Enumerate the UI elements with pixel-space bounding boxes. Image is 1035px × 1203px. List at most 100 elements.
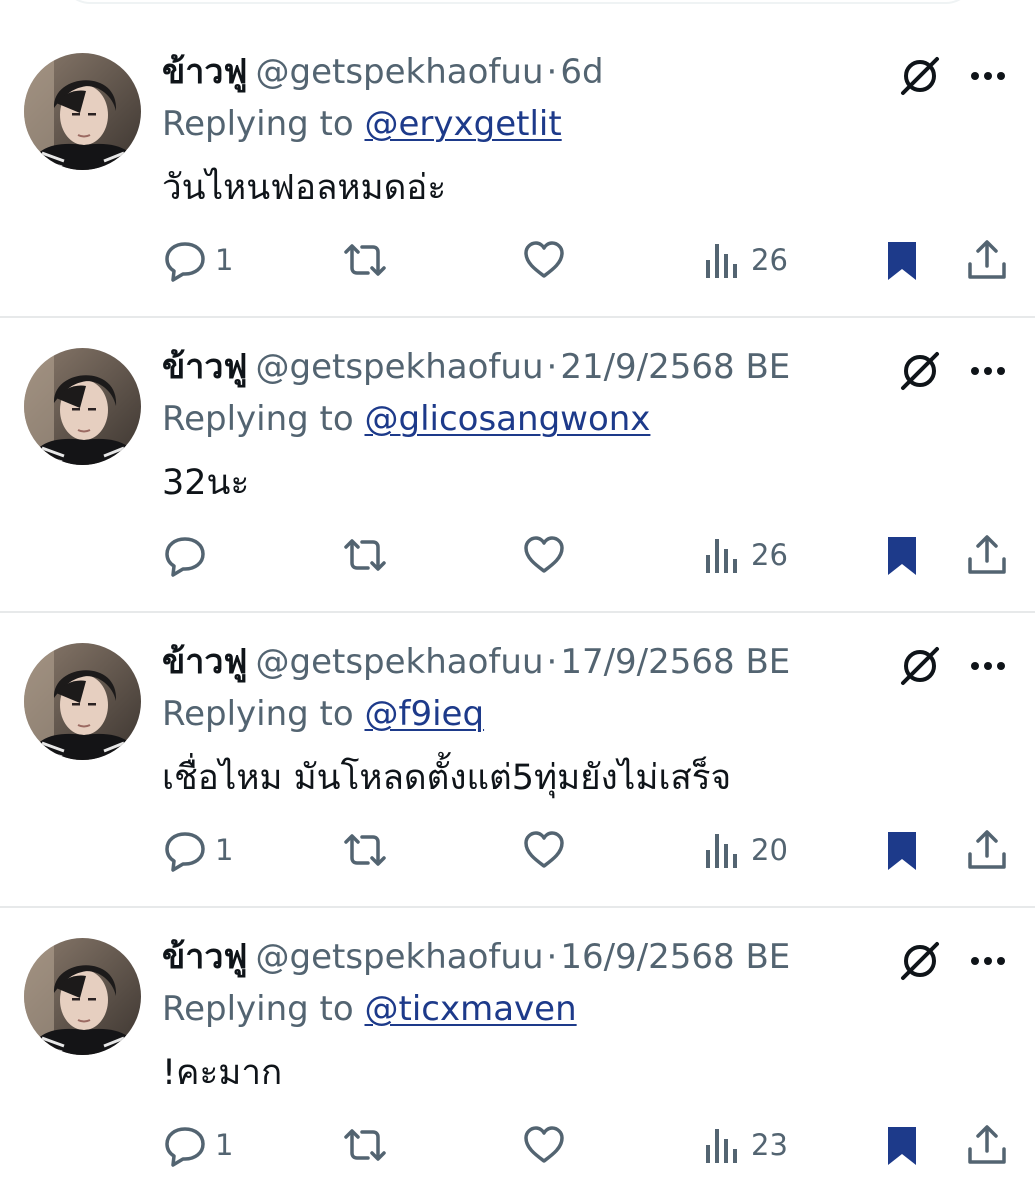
bookmark-filled-icon xyxy=(882,1123,922,1167)
share-upload-icon xyxy=(965,828,1009,872)
repost-button[interactable] xyxy=(340,235,390,285)
like-button[interactable] xyxy=(522,825,566,875)
timestamp[interactable]: 16/9/2568 BE xyxy=(560,937,790,977)
mention-link[interactable]: @f9ieq xyxy=(365,694,485,734)
tweet-card[interactable]: ข้าวฟู @getspekhaofuu·16/9/2568 BE Replyi… xyxy=(0,908,1035,1203)
bookmark-button[interactable] xyxy=(882,825,922,875)
avatar[interactable] xyxy=(24,643,141,760)
share-button[interactable] xyxy=(965,235,1009,285)
display-name[interactable]: ข้าวฟู xyxy=(162,642,248,682)
views-button[interactable]: 20 xyxy=(703,825,788,875)
replying-to-label: Replying to xyxy=(162,104,354,144)
bookmark-button[interactable] xyxy=(882,530,922,580)
repost-button[interactable] xyxy=(340,530,390,580)
like-button[interactable] xyxy=(522,235,566,285)
mention-link[interactable]: @ticxmaven xyxy=(365,989,577,1029)
tweet-text: !คะมาก xyxy=(162,1053,283,1093)
tweet-text: 32นะ xyxy=(162,463,250,503)
replying-to-label: Replying to xyxy=(162,694,354,734)
timestamp[interactable]: 21/9/2568 BE xyxy=(560,347,790,387)
reply-count: 1 xyxy=(215,833,234,867)
reply-count: 1 xyxy=(215,1128,234,1162)
tweet-card[interactable]: ข้าวฟู @getspekhaofuu·21/9/2568 BE Replyi… xyxy=(0,318,1035,613)
share-upload-icon xyxy=(965,238,1009,282)
replying-to-label: Replying to xyxy=(162,399,354,439)
heart-icon xyxy=(522,1123,566,1167)
reply-button[interactable]: 1 xyxy=(163,825,233,875)
action-bar: 26 xyxy=(0,530,1035,580)
mention-link[interactable]: @glicosangwonx xyxy=(365,399,651,439)
reply-button[interactable] xyxy=(163,530,215,580)
replying-to-line: Replying to @glicosangwonx xyxy=(162,395,650,443)
tweet-header: ข้าวฟู @getspekhaofuu·21/9/2568 BE xyxy=(162,341,790,393)
bookmark-button[interactable] xyxy=(882,235,922,285)
user-handle[interactable]: @getspekhaofuu xyxy=(256,642,544,682)
more-options-icon[interactable] xyxy=(963,641,1013,691)
avatar[interactable] xyxy=(24,348,141,465)
views-button[interactable]: 23 xyxy=(703,1120,788,1170)
view-count: 26 xyxy=(751,243,788,277)
grok-slash-circle-icon[interactable] xyxy=(895,51,945,101)
mention-link[interactable]: @eryxgetlit xyxy=(365,104,562,144)
action-bar: 1 xyxy=(0,825,1035,875)
timestamp[interactable]: 6d xyxy=(560,52,603,92)
grok-slash-circle-icon[interactable] xyxy=(895,641,945,691)
avatar[interactable] xyxy=(24,53,141,170)
share-button[interactable] xyxy=(965,1120,1009,1170)
bookmark-button[interactable] xyxy=(882,1120,922,1170)
user-handle[interactable]: @getspekhaofuu xyxy=(256,937,544,977)
tweet-card[interactable]: ข้าวฟู @getspekhaofuu·17/9/2568 BE Replyi… xyxy=(0,613,1035,908)
more-options-icon[interactable] xyxy=(963,346,1013,396)
action-bar: 1 xyxy=(0,1120,1035,1170)
tweet-header: ข้าวฟู @getspekhaofuu·17/9/2568 BE xyxy=(162,636,790,688)
replying-to-label: Replying to xyxy=(162,989,354,1029)
bar-chart-icon xyxy=(703,828,743,872)
repost-button[interactable] xyxy=(340,825,390,875)
bar-chart-icon xyxy=(703,1123,743,1167)
bar-chart-icon xyxy=(703,533,743,577)
reply-feed: ข้าวฟู @getspekhaofuu·6d Replying to @ery… xyxy=(0,23,1035,1203)
like-button[interactable] xyxy=(522,1120,566,1170)
repost-arrows-icon xyxy=(340,533,390,577)
share-button[interactable] xyxy=(965,825,1009,875)
reply-count: 1 xyxy=(215,243,234,277)
bookmark-filled-icon xyxy=(882,828,922,872)
repost-arrows-icon xyxy=(340,828,390,872)
tweet-header: ข้าวฟู @getspekhaofuu·6d xyxy=(162,46,604,98)
grok-slash-circle-icon[interactable] xyxy=(895,936,945,986)
share-upload-icon xyxy=(965,533,1009,577)
speech-bubble-icon xyxy=(163,533,207,577)
speech-bubble-icon xyxy=(163,1123,207,1167)
speech-bubble-icon xyxy=(163,238,207,282)
tweet-text: เชื่อไหม มันโหลดตั้งแต่5ทุ่มยังไม่เสร็จ xyxy=(162,758,732,798)
grok-slash-circle-icon[interactable] xyxy=(895,346,945,396)
previous-card-edge xyxy=(62,0,974,4)
reply-button[interactable]: 1 xyxy=(163,1120,233,1170)
tweet-card[interactable]: ข้าวฟู @getspekhaofuu·6d Replying to @ery… xyxy=(0,23,1035,318)
separator-dot: · xyxy=(546,52,558,92)
more-options-icon[interactable] xyxy=(963,51,1013,101)
avatar[interactable] xyxy=(24,938,141,1055)
replying-to-line: Replying to @ticxmaven xyxy=(162,985,577,1033)
display-name[interactable]: ข้าวฟู xyxy=(162,937,248,977)
heart-icon xyxy=(522,533,566,577)
repost-arrows-icon xyxy=(340,1123,390,1167)
display-name[interactable]: ข้าวฟู xyxy=(162,347,248,387)
user-handle[interactable]: @getspekhaofuu xyxy=(256,347,544,387)
user-handle[interactable]: @getspekhaofuu xyxy=(256,52,544,92)
views-button[interactable]: 26 xyxy=(703,235,788,285)
reply-button[interactable]: 1 xyxy=(163,235,233,285)
timestamp[interactable]: 17/9/2568 BE xyxy=(560,642,790,682)
repost-button[interactable] xyxy=(340,1120,390,1170)
share-upload-icon xyxy=(965,1123,1009,1167)
like-button[interactable] xyxy=(522,530,566,580)
views-button[interactable]: 26 xyxy=(703,530,788,580)
separator-dot: · xyxy=(546,642,558,682)
display-name[interactable]: ข้าวฟู xyxy=(162,52,248,92)
replying-to-line: Replying to @f9ieq xyxy=(162,690,484,738)
speech-bubble-icon xyxy=(163,828,207,872)
share-button[interactable] xyxy=(965,530,1009,580)
tweet-text: วันไหนฟอลหมดอ่ะ xyxy=(162,168,447,208)
view-count: 23 xyxy=(751,1128,788,1162)
more-options-icon[interactable] xyxy=(963,936,1013,986)
